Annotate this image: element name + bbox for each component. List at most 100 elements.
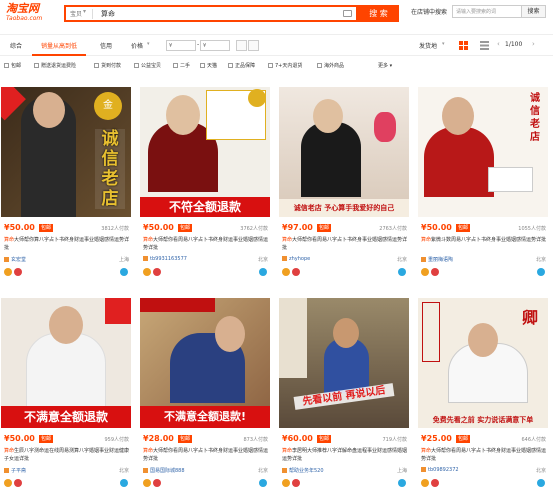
search-button[interactable]: 搜 索 [358, 5, 399, 22]
checkbox[interactable] [173, 63, 178, 68]
checkbox[interactable] [317, 63, 322, 68]
next-page-icon[interactable]: › [532, 40, 535, 48]
prev-page-icon[interactable]: ‹ [497, 40, 500, 48]
wangwang-chat-icon[interactable] [120, 268, 128, 276]
checkbox[interactable] [268, 63, 273, 68]
grid-view-icon[interactable] [459, 41, 468, 50]
logo-cn: 淘宝网 [6, 2, 39, 15]
wangwang-chat-icon[interactable] [259, 268, 267, 276]
product-price: ¥50.00 [4, 434, 35, 443]
list-view-icon[interactable] [480, 41, 489, 50]
price-from-input[interactable]: ¥ [166, 40, 196, 51]
product-image[interactable]: 诚信老店 [418, 87, 548, 217]
product-price: ¥28.00 [143, 434, 174, 443]
filter-free-shipping[interactable]: 包邮 [4, 62, 21, 69]
filter-second-hand[interactable]: 二手 [173, 62, 190, 69]
view-toggle-icon[interactable] [236, 40, 247, 51]
side-text-box [422, 302, 440, 362]
checkbox[interactable] [34, 63, 39, 68]
chevron-down-icon[interactable]: ▾ [83, 8, 86, 15]
wangwang-chat-icon[interactable] [259, 479, 267, 487]
tab-price[interactable]: 价格 [131, 41, 143, 50]
filter-bar: 包邮 赠送退货运费险 货到付款 公益宝贝 二手 天猫 正品保障 7+天内退货 海… [0, 58, 553, 74]
wangwang-chat-icon[interactable] [537, 268, 545, 276]
product-card[interactable]: 卿 免费先看之前 实力说话满意下单 ¥25.00 包邮 646人付款 算命大师帮… [418, 298, 548, 497]
chevron-down-icon[interactable]: ▾ [442, 41, 445, 47]
wangwang-chat-icon[interactable] [398, 479, 406, 487]
person-face [313, 99, 343, 133]
service-icons [4, 479, 24, 488]
shop-name[interactable]: tb9931163577 [143, 256, 187, 262]
search-input[interactable]: 算命 [101, 9, 115, 19]
filter-7day-return[interactable]: 7+天内退货 [268, 62, 302, 69]
product-image[interactable]: 卿 免费先看之前 实力说话满意下单 [418, 298, 548, 428]
tab-sales[interactable]: 销量从高到低 [41, 41, 77, 50]
ship-from-select[interactable]: 发货地 [419, 41, 437, 50]
checkbox[interactable] [228, 63, 233, 68]
product-card[interactable]: 诚信老店 ¥50.00 包邮 1055人付款 算命紫微斗数周易八字占卜书终身事业… [418, 87, 548, 286]
shop-name[interactable]: 子平斋 [4, 467, 26, 474]
shop-name[interactable]: 帮助业务年520 [282, 467, 324, 474]
filter-genuine[interactable]: 正品保障 [228, 62, 255, 69]
product-title[interactable]: 算命大师帮你算八字占卜书终身财运事业婚姻感情运势详批 [4, 236, 130, 252]
product-title[interactable]: 算命大师帮你看周易八字占卜书终身财运事业婚姻感情运势详批 [421, 447, 547, 463]
shop-name[interactable]: 玄宏堂 [4, 256, 26, 263]
camera-icon[interactable] [343, 10, 352, 17]
service-icons [4, 268, 24, 277]
chevron-down-icon[interactable]: ▾ [147, 41, 150, 47]
product-price: ¥50.00 [421, 223, 452, 232]
filter-cod[interactable]: 货到付款 [94, 62, 121, 69]
price-to-input[interactable]: ¥ [200, 40, 230, 51]
shop-icon [4, 468, 9, 473]
wangwang-chat-icon[interactable] [537, 479, 545, 487]
location: 北京 [118, 468, 129, 474]
filter-return-insurance[interactable]: 赠送退货运费险 [34, 62, 76, 69]
shop-name[interactable]: tb09892372 [421, 467, 459, 473]
product-card[interactable]: 不满意全额退款 ¥50.00 包邮 959人付款 算命生辰八字测命运在线周易测算… [1, 298, 131, 497]
checkbox[interactable] [134, 63, 139, 68]
filter-overseas[interactable]: 海外商品 [317, 62, 344, 69]
shipping-tag: 包邮 [178, 224, 193, 232]
product-card[interactable]: 诚信老店 予心算手我爱好的自己 ¥97.00 包邮 2763人付款 算命大师帮你… [279, 87, 409, 286]
product-image[interactable]: 先看以前 再说以后 [279, 298, 409, 428]
filter-tmall[interactable]: 天猫 [200, 62, 217, 69]
shop-search-input[interactable]: 请输入要搜索的词 [452, 5, 522, 18]
shop-name[interactable]: 国易国际城888 [143, 467, 185, 474]
product-title[interactable]: 算命李居明大师推荐八字详解命盘运程事业财运感情婚姻运势详批 [282, 447, 408, 463]
wangwang-chat-icon[interactable] [120, 479, 128, 487]
product-card[interactable]: 先看以前 再说以后 ¥60.00 包邮 719人付款 算命李居明大师推荐八字详解… [279, 298, 409, 497]
product-title[interactable]: 算命大师帮你看周易八字占卜书终身财运事业婚姻感情运势详批 [143, 447, 269, 463]
checkbox[interactable] [94, 63, 99, 68]
shop-name[interactable]: zhyhope [282, 256, 310, 262]
checkbox[interactable] [4, 63, 9, 68]
filter-more[interactable]: 更多 ▾ [378, 62, 392, 69]
product-title[interactable]: 算命大师帮你看周易八字占卜书终身事业婚姻感情运势详批 [282, 236, 408, 252]
taobao-logo[interactable]: 淘宝网 Taobao.com [6, 3, 54, 25]
shop-search-label: 在店铺中搜索 [411, 9, 448, 16]
ribbon [105, 298, 131, 324]
view-toggle-icon[interactable] [248, 40, 259, 51]
product-image[interactable]: 不满意全额退款 [1, 298, 131, 428]
shop-name[interactable]: 重丽梅语陶 [421, 256, 453, 263]
product-card[interactable]: 金 诚信老店 ¥50.00 包邮 3812人付款 算命大师帮你算八字占卜书终身财… [1, 87, 131, 286]
service-icons [143, 479, 163, 488]
product-image[interactable]: 不满意全额退款! [140, 298, 270, 428]
product-title[interactable]: 算命生辰八字测命运在线周易测算八字婚姻事业财运健康子女运详批 [4, 447, 130, 463]
product-title[interactable]: 算命紫微斗数周易八字占卜书终身事业婚姻感情运势详批 [421, 236, 547, 252]
filter-charity[interactable]: 公益宝贝 [134, 62, 161, 69]
product-card[interactable]: 不符全额退款 ¥50.00 包邮 3762人付款 算命大师帮你看周易八字占卜书终… [140, 87, 270, 286]
product-image[interactable]: 不符全额退款 [140, 87, 270, 217]
shop-search-button[interactable]: 搜索 [522, 5, 546, 18]
tab-default[interactable]: 综合 [10, 41, 22, 50]
tab-credit[interactable]: 信用 [100, 41, 112, 50]
product-image[interactable]: 金 诚信老店 [1, 87, 131, 217]
person-face [215, 316, 245, 352]
product-image[interactable]: 诚信老店 予心算手我爱好的自己 [279, 87, 409, 217]
person-face [166, 95, 200, 135]
checkbox[interactable] [200, 63, 205, 68]
search-scope-select[interactable]: 宝贝 [70, 9, 82, 18]
product-title[interactable]: 算命大师帮你看周易八字占卜书终身财运事业婚姻感情运势详批 [143, 236, 269, 252]
shop-icon [143, 468, 148, 473]
wangwang-chat-icon[interactable] [398, 268, 406, 276]
product-card[interactable]: 不满意全额退款! ¥28.00 包邮 873人付款 算命大师帮你看周易八字占卜书… [140, 298, 270, 497]
